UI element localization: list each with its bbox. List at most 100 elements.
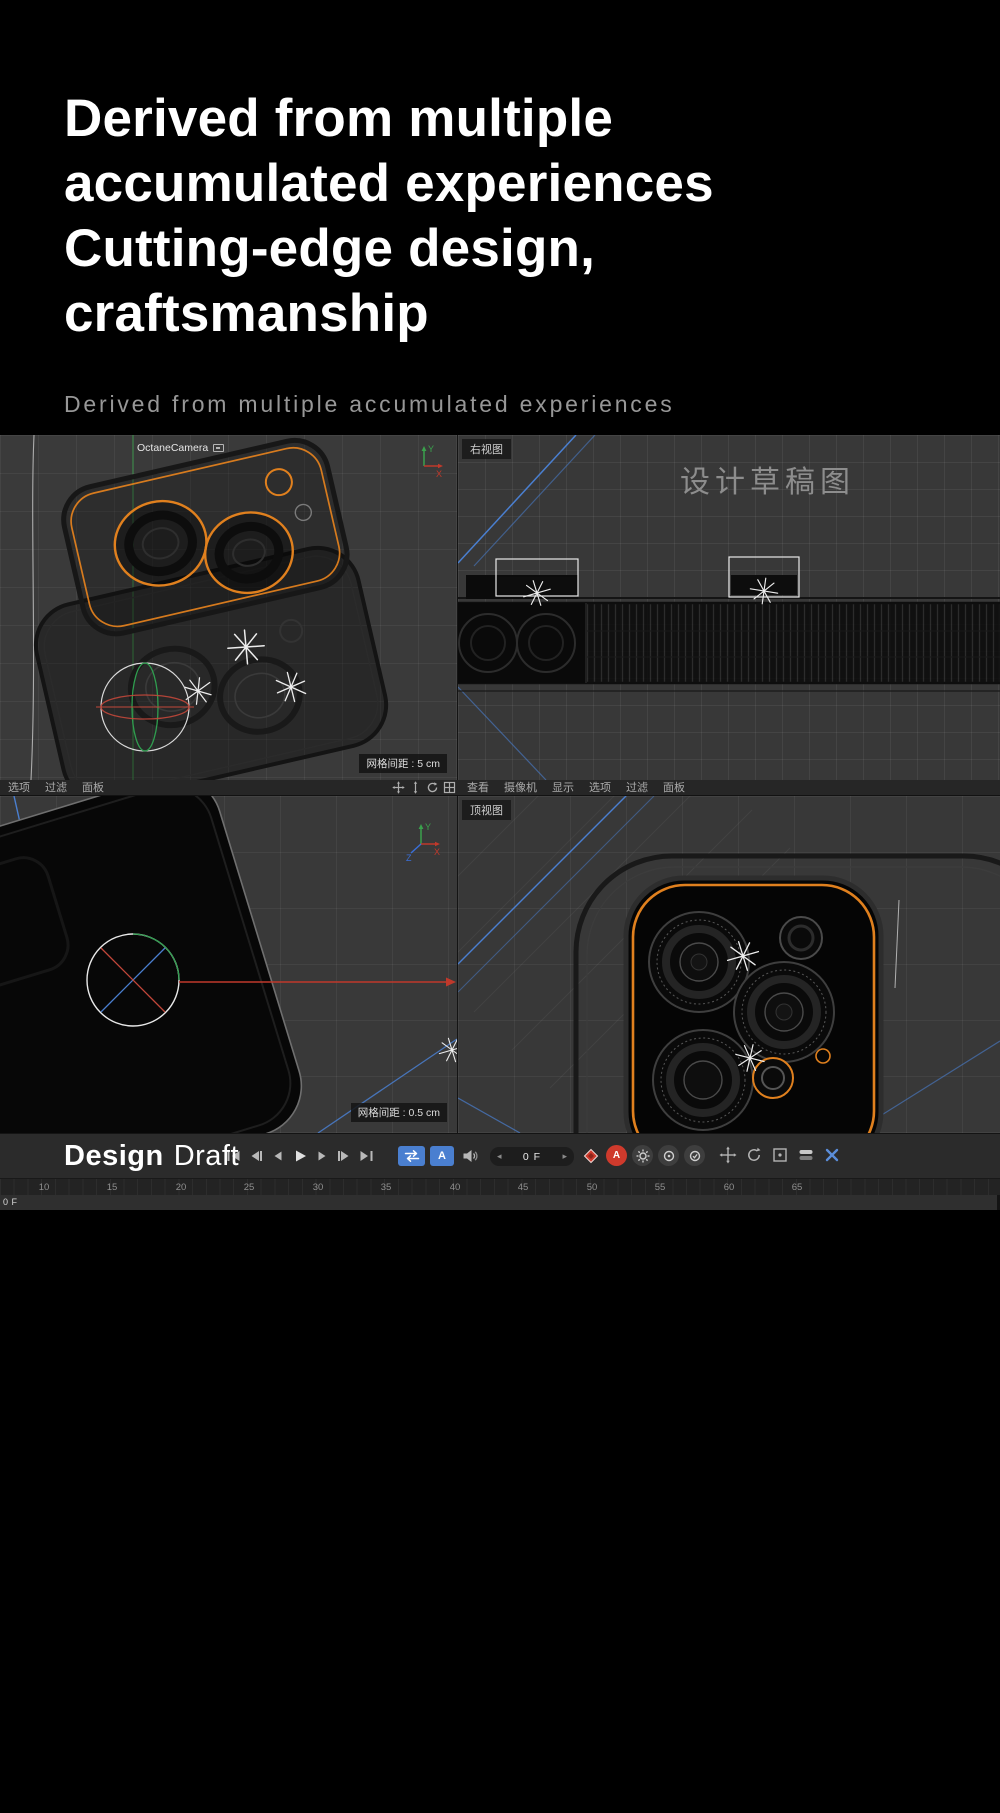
grid-spacing-label: 网格间距 : 0.5 cm <box>351 1103 447 1122</box>
pan-icon <box>392 781 405 794</box>
ruler-tick: 10 <box>39 1182 50 1193</box>
axis-y-label: Y <box>428 444 434 454</box>
menu-item-options[interactable]: 选项 <box>8 780 30 796</box>
menu-item-filter[interactable]: 过滤 <box>626 780 648 796</box>
title-line-3: Cutting-edge design, <box>64 219 595 278</box>
coordinates-icon <box>771 1146 789 1164</box>
loop-mode-button[interactable] <box>398 1146 425 1166</box>
rotate-tool-button[interactable] <box>745 1146 763 1164</box>
frame-value: 0 F <box>523 1151 541 1163</box>
rotate-icon <box>426 781 439 794</box>
autokey-letter: A <box>613 1150 620 1161</box>
view-label: 右视图 <box>462 439 511 459</box>
axis-gizmo-front: Y X Z <box>405 820 443 862</box>
ruler-tick: 20 <box>176 1182 187 1193</box>
record-parameters-button[interactable] <box>684 1145 705 1166</box>
ruler-tick: 50 <box>587 1182 598 1193</box>
circle-dot-icon <box>661 1148 677 1164</box>
next-key-button[interactable] <box>334 1147 354 1165</box>
record-controls: A <box>580 1145 705 1166</box>
toggle-view-button[interactable] <box>443 781 456 794</box>
frame-increment-button[interactable]: ▸ <box>562 1151 567 1162</box>
coordinate-system-button[interactable] <box>771 1146 789 1164</box>
move-tool-button[interactable] <box>719 1146 737 1164</box>
move-icon <box>719 1146 737 1164</box>
timeline-bar: Design Draft <box>0 1133 1000 1178</box>
camera-name: OctaneCamera <box>137 442 208 454</box>
timeline-ruler[interactable]: 10 15 20 25 30 35 40 45 50 55 60 65 <box>0 1178 1000 1195</box>
axis-z-label: Z <box>406 853 412 862</box>
prev-frame-icon <box>270 1148 286 1164</box>
goto-end-button[interactable] <box>356 1147 376 1165</box>
title-line-1: Derived from multiple <box>64 89 613 148</box>
camera-icon <box>213 444 224 452</box>
title-word-bold: Design <box>64 1140 164 1172</box>
zoom-icon <box>409 781 422 794</box>
ruler-tick: 65 <box>792 1182 803 1193</box>
c4d-editor: OctaneCamera Y X 网格间距 : 5 cm <box>0 435 1000 1210</box>
play-button[interactable] <box>290 1147 310 1165</box>
grid-spacing-label: 网格间距 : 5 cm <box>359 754 447 773</box>
ruler-tick: 60 <box>724 1182 735 1193</box>
viewport-front-view[interactable]: Y X Z 网格间距 : 0.5 cm <box>0 796 457 1133</box>
top-view-art <box>458 796 1000 1133</box>
frame-stepper[interactable]: ◂ 0 F ▸ <box>490 1147 574 1166</box>
menu-item-options[interactable]: 选项 <box>589 780 611 796</box>
menu-item-view[interactable]: 查看 <box>467 780 489 796</box>
ruler-tick: 40 <box>450 1182 461 1193</box>
prev-frame-button[interactable] <box>268 1147 288 1165</box>
axis-gizmo-perspective: Y X <box>409 443 445 479</box>
phone-model <box>0 796 314 1133</box>
viewport-controls <box>392 781 456 794</box>
speaker-icon <box>462 1148 479 1164</box>
x-axis-icon <box>823 1146 841 1164</box>
timeline-track[interactable]: 0 F <box>0 1195 997 1210</box>
next-frame-icon <box>314 1148 330 1164</box>
camera-module-closeup <box>626 878 881 1133</box>
title-line-4: craftsmanship <box>64 284 429 343</box>
dolly-view-button[interactable] <box>409 781 422 794</box>
keyframe-selection-button[interactable]: A <box>430 1146 454 1166</box>
layer-toggle-button[interactable] <box>797 1146 815 1164</box>
keyframe-settings-button[interactable] <box>632 1145 653 1166</box>
viewport-menubar: 选项 过滤 面板 <box>0 780 1000 796</box>
menu-item-panel[interactable]: 面板 <box>82 780 104 796</box>
ruler-tick: 30 <box>313 1182 324 1193</box>
axis-x-label: X <box>434 847 440 857</box>
viewport-right-view[interactable]: 右视图 设计草稿图 <box>458 435 1000 780</box>
title-word-regular: Draft <box>174 1140 239 1172</box>
rotate-tool-icon <box>745 1146 763 1164</box>
prev-key-button[interactable] <box>246 1147 266 1165</box>
design-draft-watermark: 设计草稿图 <box>680 457 855 501</box>
menu-item-display[interactable]: 显示 <box>552 780 574 796</box>
pan-view-button[interactable] <box>392 781 405 794</box>
front-view-art <box>0 796 457 1133</box>
menu-item-filter[interactable]: 过滤 <box>45 780 67 796</box>
menu-item-cameras[interactable]: 摄像机 <box>504 780 537 796</box>
viewport-perspective[interactable]: OctaneCamera Y X 网格间距 : 5 cm <box>0 435 457 780</box>
ruler-tick: 15 <box>107 1182 118 1193</box>
ruler-tick: 35 <box>381 1182 392 1193</box>
perspective-art <box>0 435 457 780</box>
perspective-menu: 选项 过滤 面板 <box>8 780 104 796</box>
frame-decrement-button[interactable]: ◂ <box>497 1151 502 1162</box>
camera-label: OctaneCamera <box>137 442 224 454</box>
loop-icon <box>403 1149 421 1163</box>
rotate-view-button[interactable] <box>426 781 439 794</box>
next-key-icon <box>336 1148 352 1164</box>
menu-item-panel[interactable]: 面板 <box>663 780 685 796</box>
layers-icon <box>797 1146 815 1164</box>
record-keyframe-button[interactable] <box>580 1145 601 1166</box>
keyframe-diamond-icon <box>582 1147 600 1165</box>
sound-button[interactable] <box>459 1146 481 1166</box>
prev-key-icon <box>248 1148 264 1164</box>
page: Derived from multiple accumulated experi… <box>0 0 1000 1813</box>
page-title: Derived from multiple accumulated experi… <box>64 86 714 346</box>
x-axis-lock-button[interactable] <box>823 1146 841 1164</box>
autokey-button[interactable]: A <box>606 1145 627 1166</box>
keyframe-selection-letter: A <box>438 1150 446 1162</box>
next-frame-button[interactable] <box>312 1147 332 1165</box>
viewport-top-view[interactable]: 顶视图 <box>458 796 1000 1133</box>
ruler-tick: 25 <box>244 1182 255 1193</box>
record-objects-button[interactable] <box>658 1145 679 1166</box>
